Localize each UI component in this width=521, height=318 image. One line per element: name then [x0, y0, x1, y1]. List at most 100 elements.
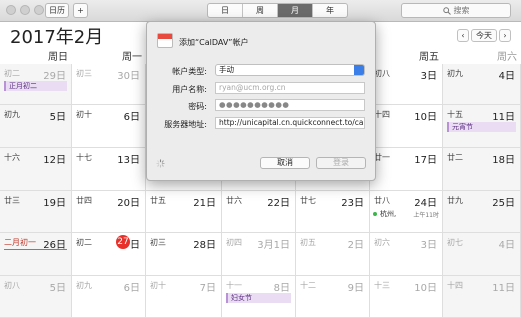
holiday-event[interactable]: 元宵节 — [447, 122, 516, 132]
day-cell[interactable]: 初二 27 日 — [72, 233, 146, 276]
day-number: 7日 — [199, 283, 216, 294]
lunar-date: 十二 — [300, 281, 316, 290]
timed-event[interactable]: 杭州, 上午11时 — [373, 209, 439, 219]
account-type-select[interactable]: 手动 — [215, 64, 365, 76]
day-number: 10日 — [414, 283, 437, 294]
view-year-tab[interactable]: 年 — [313, 4, 347, 17]
day-cell[interactable]: 初四 3月1日 — [222, 233, 296, 276]
password-field[interactable]: ●●●●●●●●●● — [215, 99, 365, 111]
day-cell[interactable]: 初九 6日 — [72, 276, 146, 318]
lunar-date: 廿四 — [76, 196, 92, 205]
lunar-date: 十四 — [374, 110, 390, 119]
day-cell[interactable]: 十六 12日 — [0, 148, 72, 191]
lunar-date: 初九 — [447, 69, 463, 78]
lunar-date: 初三 — [150, 238, 166, 247]
day-cell[interactable]: 十四 11日 — [443, 276, 521, 318]
lunar-date: 廿九 — [447, 196, 463, 205]
cancel-button[interactable]: 取消 — [260, 157, 310, 169]
zoom-window-button[interactable] — [34, 5, 44, 15]
day-cell[interactable]: 十五 11日 元宵节 — [443, 105, 521, 148]
day-cell[interactable]: 初八 5日 — [0, 276, 72, 318]
day-number: 3日 — [420, 71, 437, 82]
lunar-date: 初八 — [4, 281, 20, 290]
search-field[interactable]: 搜索 — [401, 3, 511, 18]
day-cell[interactable]: 廿四 20日 — [72, 191, 146, 233]
view-day-tab[interactable]: 日 — [208, 4, 243, 17]
day-cell[interactable]: 十三 10日 — [370, 276, 443, 318]
add-event-button[interactable]: + — [73, 3, 88, 18]
calendars-button[interactable]: 日历 — [45, 3, 69, 18]
day-cell[interactable]: 廿六 22日 — [222, 191, 296, 233]
day-cell[interactable]: 初八 3日 — [370, 64, 443, 105]
day-cell[interactable]: 廿二 18日 — [443, 148, 521, 191]
day-number: 13日 — [117, 155, 140, 166]
username-field[interactable]: ryan@ucm.org.cn — [215, 82, 365, 94]
day-cell[interactable]: 初三 28日 — [146, 233, 222, 276]
day-cell[interactable]: 十一 8日 妇女节 — [222, 276, 296, 318]
day-cell[interactable]: 初十 6日 — [72, 105, 146, 148]
day-number: 10日 — [414, 112, 437, 123]
holiday-event[interactable]: 正月初二 — [4, 81, 67, 91]
lunar-date: 十七 — [76, 153, 92, 162]
day-cell[interactable]: 初十 7日 — [146, 276, 222, 318]
day-cell[interactable]: 初六 3日 — [370, 233, 443, 276]
lunar-date: 初三 — [76, 69, 92, 78]
day-cell[interactable]: 廿七 23日 — [296, 191, 370, 233]
lunar-date: 初九 — [4, 110, 20, 119]
day-cell[interactable]: 初九 4日 — [443, 64, 521, 105]
login-button[interactable]: 登录 — [316, 157, 366, 169]
calendar-color-dot-icon — [373, 212, 377, 216]
lunar-date: 廿八 — [374, 196, 390, 205]
day-cell[interactable]: 初三 30日 — [72, 64, 146, 105]
next-month-button[interactable]: › — [499, 29, 511, 42]
day-cell[interactable]: 初二 29日 正月初二 — [0, 64, 72, 105]
today-button[interactable]: 今天 — [471, 29, 497, 42]
server-address-field[interactable]: http://unicapital.cn.quickconnect.to/cal… — [215, 117, 365, 129]
day-number: 3月1日 — [257, 240, 290, 251]
day-number: 11日 — [492, 112, 515, 123]
lunar-date: 十三 — [374, 281, 390, 290]
account-type-label: 帐户类型: — [172, 67, 207, 76]
timed-event-title: 杭州, — [380, 210, 397, 218]
lunar-date: 廿七 — [300, 196, 316, 205]
day-cell[interactable]: 初七 4日 — [443, 233, 521, 276]
day-cell[interactable]: 十七 13日 — [72, 148, 146, 191]
view-week-tab[interactable]: 周 — [243, 4, 278, 17]
add-caldav-account-dialog: 添加“CalDAV”帐户 帐户类型: 手动 用户名称: ryan@ucm.org… — [146, 21, 376, 181]
day-number: 5日 — [49, 283, 66, 294]
day-cell[interactable]: 廿九 25日 — [443, 191, 521, 233]
day-cell[interactable]: 二月初一 26日 — [0, 233, 72, 276]
server-address-label: 服务器地址: — [164, 120, 207, 129]
day-cell[interactable]: 廿一 17日 — [370, 148, 443, 191]
day-number: 22日 — [267, 198, 290, 209]
day-cell[interactable]: 十四 10日 — [370, 105, 443, 148]
day-cell[interactable]: 廿三 19日 — [0, 191, 72, 233]
view-switcher: 日 周 月 年 — [207, 3, 348, 18]
holiday-event[interactable]: 妇女节 — [226, 293, 291, 303]
today-badge: 27 — [116, 235, 130, 249]
minimize-window-button[interactable] — [20, 5, 30, 15]
previous-month-button[interactable]: ‹ — [457, 29, 469, 42]
toolbar: 日历 + 日 周 月 年 搜索 — [0, 0, 521, 22]
close-window-button[interactable] — [6, 5, 16, 15]
search-icon — [442, 6, 451, 15]
weekday-header: 周日 — [48, 52, 68, 63]
view-month-tab[interactable]: 月 — [278, 4, 313, 17]
day-cell[interactable]: 十二 9日 — [296, 276, 370, 318]
day-number: 3日 — [420, 240, 437, 251]
day-number: 23日 — [341, 198, 364, 209]
day-number: 12日 — [43, 155, 66, 166]
day-cell[interactable]: 廿八 24日 杭州, 上午11时 — [370, 191, 443, 233]
day-cell[interactable]: 初五 2日 — [296, 233, 370, 276]
day-number: 6日 — [123, 283, 140, 294]
search-placeholder: 搜索 — [453, 6, 470, 15]
day-cell[interactable]: 廿五 21日 — [146, 191, 222, 233]
lunar-date: 初七 — [447, 238, 463, 247]
password-label: 密码: — [188, 102, 207, 111]
day-number: 2日 — [347, 240, 364, 251]
dialog-title: 添加“CalDAV”帐户 — [179, 38, 249, 47]
day-number-suffix: 日 — [130, 240, 140, 251]
day-cell[interactable]: 初九 5日 — [0, 105, 72, 148]
calendar-app-icon — [157, 33, 173, 48]
day-number: 24日 — [414, 198, 437, 209]
